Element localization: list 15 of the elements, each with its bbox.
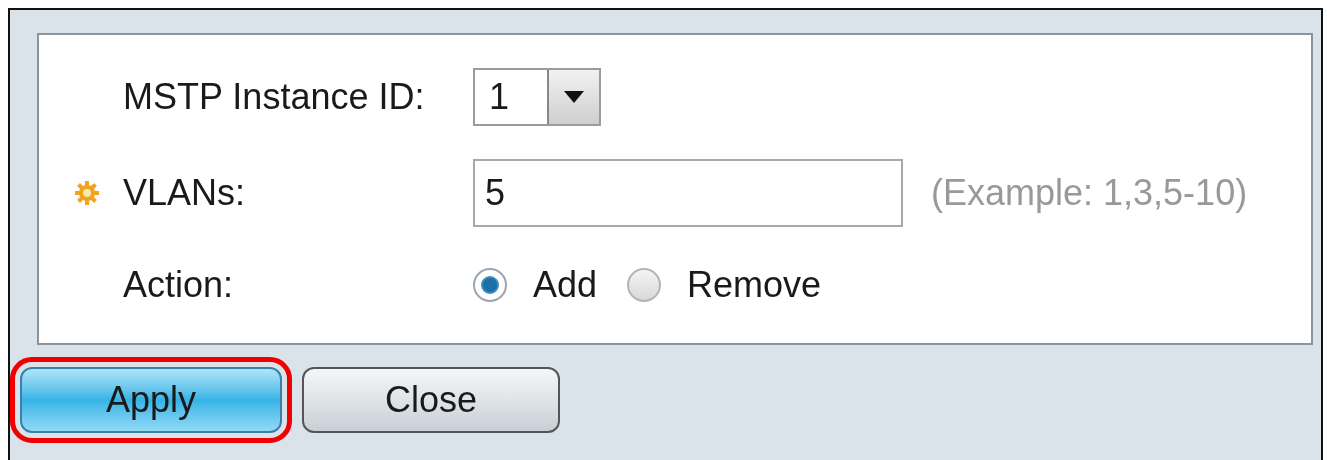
radio-button[interactable]	[473, 268, 507, 302]
dropdown-icon	[547, 70, 599, 124]
radio-label: Add	[533, 263, 598, 307]
vlans-input[interactable]: 5	[473, 159, 903, 227]
radio-option[interactable]: Remove	[627, 258, 822, 312]
field-label: MSTP Instance ID:	[123, 75, 426, 119]
apply-button[interactable]: Apply	[20, 367, 282, 433]
field-label: VLANs:	[123, 171, 247, 215]
instance-select[interactable]: 1	[473, 68, 601, 126]
radio-button[interactable]	[627, 268, 662, 302]
radio-label: Remove	[687, 263, 822, 307]
radio-option[interactable]: Add	[473, 258, 598, 312]
close-button[interactable]: Close	[302, 367, 560, 433]
field-label: Action:	[123, 263, 235, 307]
hint-text: (Example: 1,3,5-10)	[931, 171, 1248, 215]
